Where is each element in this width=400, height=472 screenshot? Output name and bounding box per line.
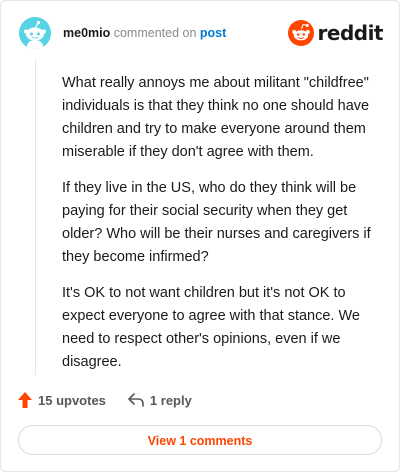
reply-arrow-icon [128,393,144,407]
commented-on-text: commented on [113,26,197,40]
comment-paragraph: If they live in the US, who do they thin… [62,180,371,265]
avatar[interactable] [19,17,51,49]
snoo-avatar-icon [19,17,51,49]
comment-actions: 15 upvotes 1 reply [18,389,214,411]
upvote-count: 15 upvotes [38,392,106,408]
reddit-logo[interactable]: reddit [287,20,384,46]
comment-header: me0mio commented on post reddit [19,17,384,51]
reply-count: 1 reply [149,392,192,408]
upvote-button[interactable]: 15 upvotes [18,392,106,408]
comment-paragraph: What really annoys me about militant "ch… [62,75,370,160]
upvote-arrow-icon [18,392,32,408]
thread-line[interactable] [35,59,36,375]
reddit-wordmark: reddit [317,21,384,45]
post-link[interactable]: post [200,26,226,40]
comment-card: me0mio commented on post reddit What rea… [0,0,400,472]
reddit-snoo-icon [287,20,314,46]
comment-body: What really annoys me about militant "ch… [62,72,382,387]
comment-paragraph: It's OK to not want children but it's no… [62,285,360,370]
username[interactable]: me0mio [63,26,110,40]
byline: me0mio commented on post [63,26,226,40]
reply-button[interactable]: 1 reply [128,393,192,408]
view-comments-button[interactable]: View 1 comments [18,425,382,455]
